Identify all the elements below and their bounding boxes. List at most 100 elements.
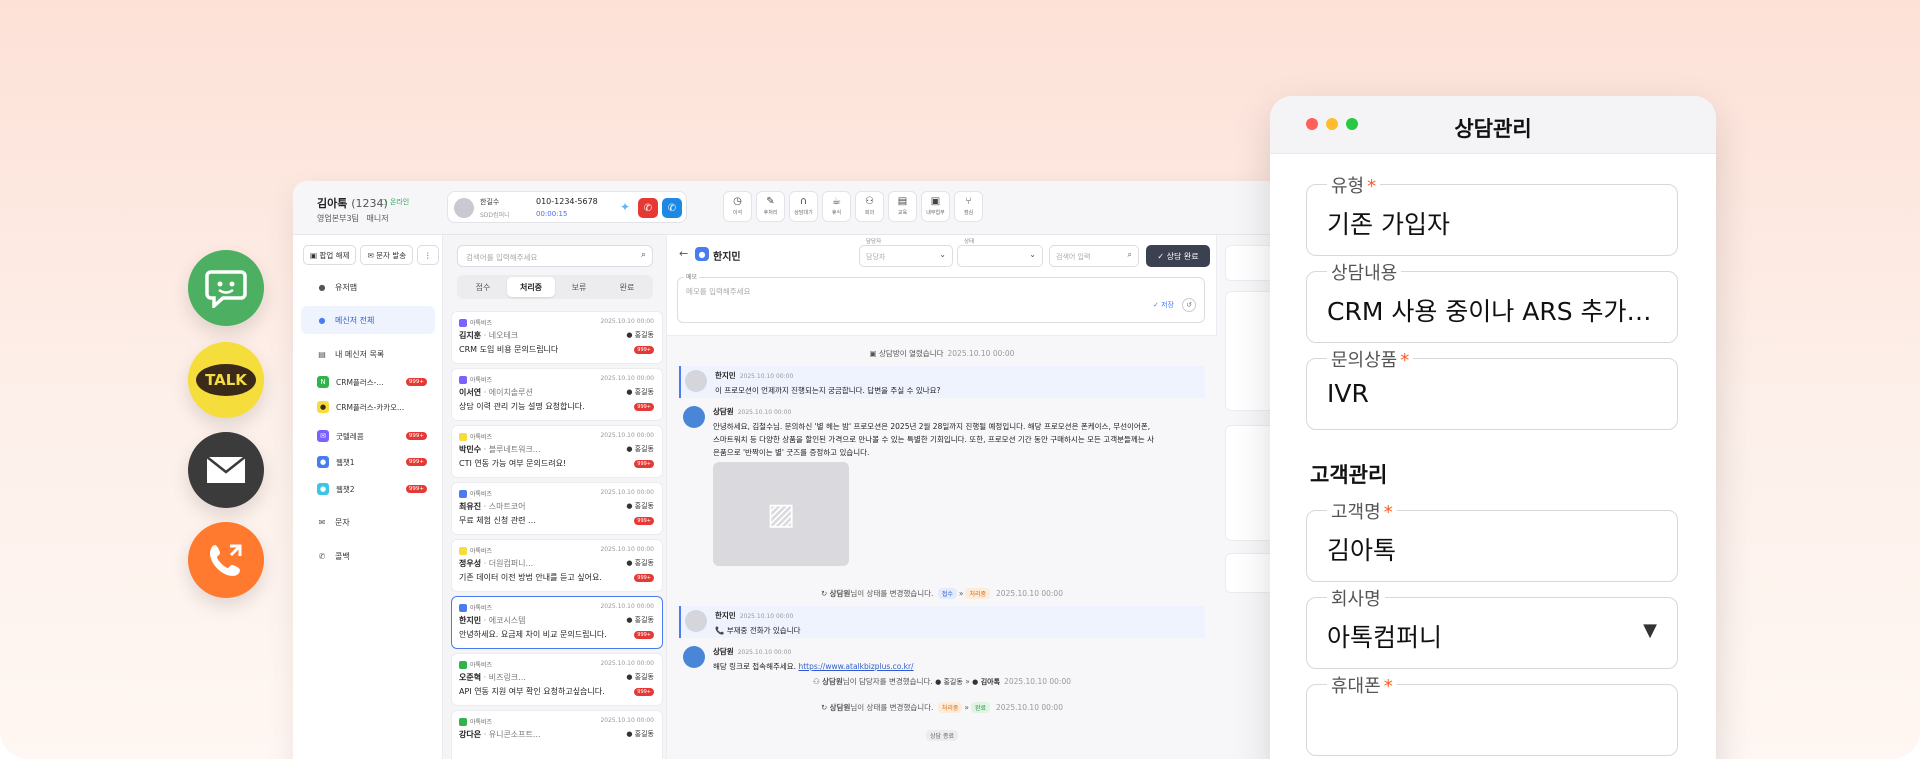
hang-up-button[interactable]: ✆ (638, 198, 658, 218)
company-select[interactable]: 회사명 아톡컴퍼니 ▼ (1306, 585, 1678, 669)
tab-in-progress[interactable]: 처리중 (507, 277, 555, 297)
type-field[interactable]: 유형 * 기존 가입자 (1306, 172, 1678, 256)
history-icon[interactable]: ↺ (1182, 298, 1196, 312)
more-icon[interactable]: ⋮ (417, 245, 439, 265)
channel-icon (459, 546, 467, 555)
system-text: 님이 담당자를 변경했습니다. (842, 677, 933, 686)
memo-save-button[interactable]: ✓ 저장 (1153, 300, 1174, 310)
tool-lunch[interactable]: ⑂ 점심 (954, 191, 983, 222)
message-line: 스마트워치 등 다양한 상품을 할인된 가격으로 만나볼 수 있는 특별한 기회… (713, 435, 1154, 444)
tool-label: 내부업무 (926, 210, 945, 216)
department: 영업본부3팀 (317, 214, 359, 223)
agent-name: 김아톡 (980, 678, 1001, 686)
conversation-card[interactable]: 아톡비즈 2025.10.10 00:00 오준혁 · 비즈링크... ● 홍길동 AP… (451, 653, 663, 706)
conversation-card[interactable]: 아톡비즈 2025.10.10 00:00 김지훈 · 네오테크 ● 홍길동 CRM 도… (451, 311, 663, 364)
conversation-card[interactable]: 아톡비즈 2025.10.10 00:00 박민수 · 블루네트워크... ● 홍길동… (451, 425, 663, 478)
tool-break[interactable]: ☕ 휴식 (822, 191, 851, 222)
answer-button[interactable]: ✆ (662, 198, 682, 218)
conversation-card[interactable]: 아톡비즈 2025.10.10 00:00 한지민 · 에코시스템 ● 홍길동 안녕하세… (451, 596, 663, 649)
message-body: 해당 링크로 접속해주세요. (713, 662, 797, 671)
channel-item[interactable]: ● 웹챗2 999+ (317, 478, 435, 500)
caller-company: SDD컴퍼니 (480, 212, 510, 219)
sidebar-item-all-messenger[interactable]: ● 메신저 전체 (301, 306, 435, 334)
sender-name: 상담원 2025.10.10 00:00 (713, 406, 791, 417)
conversation-list: 검색어를 입력해주세요 ⌕ 접수 처리중 보류 완료 아톡비즈 2025.10.10… (443, 235, 667, 759)
button-label: 상담 완료 (1166, 251, 1199, 261)
sidebar-item-usermap[interactable]: ● 유저맵 (301, 273, 435, 301)
customer-name-field[interactable]: 고객명 * 김아톡 (1306, 498, 1678, 582)
tab-on-hold[interactable]: 보류 (555, 277, 603, 297)
conversation-card[interactable]: 아톡비즈 2025.10.10 00:00 최유진 · 스마트코어 ● 홍길동 무료 체… (451, 482, 663, 535)
required-mark: * (1383, 502, 1393, 523)
consult-content-field[interactable]: 상담내용 CRM 사용 중이나 ARS 추가 도입을 검토 중입니다 (1306, 259, 1678, 343)
chat-search-input[interactable]: 검색어 입력 ⌕ (1049, 245, 1139, 267)
tool-label: 후처리 (763, 210, 778, 216)
channel-tag: 아톡비즈 (459, 603, 492, 612)
channel-label: 웹챗2 (336, 484, 355, 494)
tool-internal[interactable]: ▣ 내부업무 (921, 191, 950, 222)
message-line: 안녕하세요, 김철수님. 문의하신 '별 헤는 밤' 프로모션은 2025년 2… (713, 422, 1151, 431)
channel-name: 아톡비즈 (470, 434, 493, 441)
channel-item[interactable]: ● CRM플러스-카카오... (317, 396, 435, 418)
last-message: 무료 체험 신청 관련 ... (459, 516, 536, 525)
status-badge[interactable]: ▢ 온라인 (381, 197, 409, 207)
conversation-card[interactable]: 아톡비즈 2025.10.10 00:00 정우성 · 더원컴퍼니... ● 홍길동 기… (451, 539, 663, 592)
tab-completed[interactable]: 완료 (603, 277, 651, 297)
message-text: 이 프로모션이 언제까지 진행되는지 궁금합니다. 답변을 주실 수 있나요? (715, 386, 941, 395)
tool-waiting[interactable]: ∩ 상담대기 (789, 191, 818, 222)
tool-away[interactable]: ◷ 이석 (723, 191, 752, 222)
channel-name: 아톡비즈 (470, 491, 493, 498)
channel-tag: 아톡비즈 (459, 375, 492, 384)
search-placeholder: 검색어를 입력해주세요 (466, 253, 538, 262)
sidebar-item-sms[interactable]: ✉ 문자 (301, 508, 435, 536)
tool-label: 상담대기 (794, 210, 813, 216)
search-icon[interactable]: ⌕ (1128, 250, 1132, 260)
channel-name: 아톡비즈 (470, 377, 493, 384)
channel-item[interactable]: N CRM플러스-... 999+ (317, 371, 435, 393)
popup-release-button[interactable]: ▣ 팝업 해제 (303, 245, 357, 265)
chevron-down-icon: ⌄ (939, 250, 946, 259)
customer-company: · 비즈링크... (483, 673, 526, 682)
search-icon[interactable]: ⌕ (641, 250, 646, 260)
sender-name: 한지민 2025.10.10 00:00 (715, 370, 793, 381)
channel-item[interactable]: ✉ 굿텔레콤 999+ (317, 425, 435, 447)
ai-sparkle-icon[interactable]: ✦ (620, 200, 630, 214)
sidebar-item-my-messenger[interactable]: ▤ 내 메신저 목록 (301, 340, 435, 368)
sidebar-item-label: 유저맵 (335, 282, 358, 292)
conversation-card[interactable]: 아톡비즈 2025.10.10 00:00 강다은 · 유니콘소프트... ● 홍길동 (451, 710, 663, 759)
customer-company: · 네오테크 (483, 331, 519, 340)
missed-call-icon: 📞 (715, 626, 725, 635)
system-text: 님이 상태를 변경했습니다. (850, 589, 934, 598)
conversation-card[interactable]: 아톡비즈 2025.10.10 00:00 이서연 · 에이치솔루션 ● 홍길동 상담 … (451, 368, 663, 421)
channel-icon (459, 660, 467, 669)
tool-postprocess[interactable]: ✎ 후처리 (756, 191, 785, 222)
message-link[interactable]: https://www.atalkbizplus.co.kr/ (798, 662, 913, 671)
last-message: CTI 연동 가능 여부 문의드려요! (459, 459, 567, 468)
unread-badge: 999+ (634, 517, 654, 525)
complete-consult-button[interactable]: ✓ 상담 완료 (1146, 245, 1210, 267)
back-arrow-icon[interactable]: ← (679, 247, 688, 260)
page: TALK 김아톡 (1234) ▢ 온라인 영업본부3팀 매니저 한길수 SDD… (0, 0, 1920, 759)
send-sms-button[interactable]: ✉ 문자 발송 (360, 245, 414, 265)
agent-select[interactable]: 담당자 담당자 ⌄ (859, 237, 953, 267)
tool-education[interactable]: ▤ 교육 (888, 191, 917, 222)
status-pill: 처리중 (937, 702, 963, 713)
avatar (685, 610, 707, 632)
status-select[interactable]: 상태 ⌄ (957, 237, 1043, 267)
image-attachment[interactable]: ▨ (713, 462, 849, 566)
call-timer: 00:00:15 (536, 210, 568, 218)
sidebar-item-callback[interactable]: ✆ 콜백 (301, 542, 435, 570)
unread-badge: 999+ (405, 378, 427, 386)
customer-info: 강다은 · 유니콘소프트... (459, 729, 541, 740)
tab-received[interactable]: 접수 (459, 277, 507, 297)
tool-meeting[interactable]: ⚇ 회의 (855, 191, 884, 222)
product-field[interactable]: 문의상품 * IVR (1306, 346, 1678, 430)
memo-field[interactable]: 메모 메모를 입력해주세요 ✓ 저장 ↺ (677, 272, 1205, 323)
timestamp: 2025.10.10 00:00 (996, 703, 1063, 712)
customer-message: 한지민 2025.10.10 00:00 이 프로모션이 언제까지 진행되는지 궁… (679, 366, 1205, 398)
list-search-input[interactable]: 검색어를 입력해주세요 ⌕ (457, 245, 653, 267)
channel-item[interactable]: ● 웹챗1 999+ (317, 451, 435, 473)
mobile-field[interactable]: 휴대폰 * (1306, 672, 1678, 756)
field-label: 유형 * (1327, 172, 1381, 198)
kakaotalk-icon: TALK (188, 342, 264, 418)
